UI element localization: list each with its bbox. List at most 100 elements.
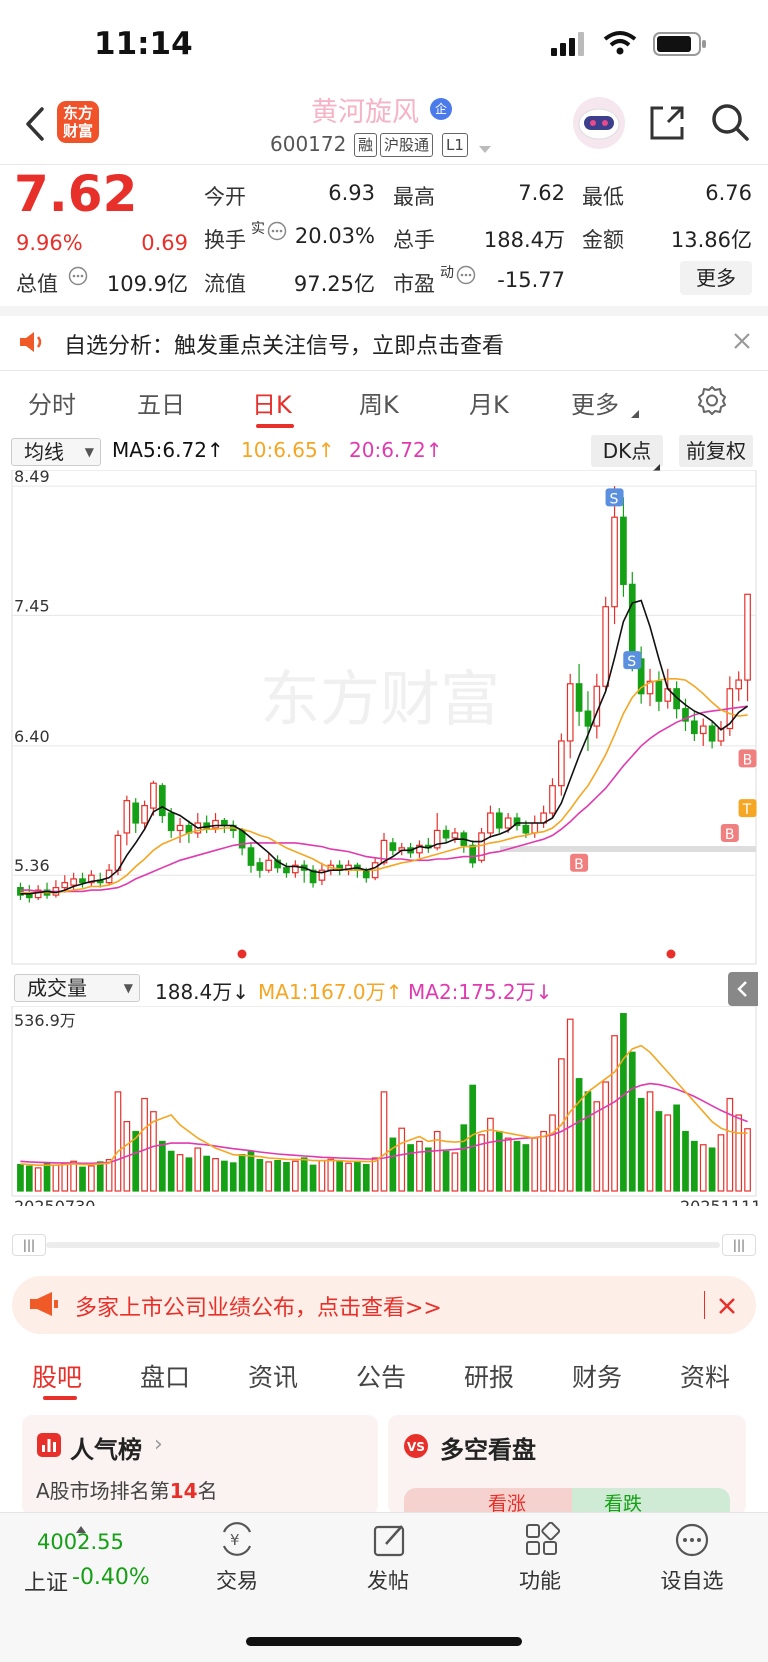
candle-body — [132, 802, 140, 824]
candlestick-chart[interactable]: 东方财富 SSBBTB 8.497.456.405.36 — [0, 470, 768, 966]
volume-bar — [593, 1101, 601, 1192]
notice-text[interactable]: 自选分析：触发重点关注信号，立即点击查看 — [64, 328, 504, 360]
ma10-value: 10:6.65↑ — [241, 438, 335, 462]
tab-notices[interactable]: 公告 — [356, 1358, 406, 1394]
index-value[interactable]: 4002.55 — [37, 1530, 124, 1554]
volume-select[interactable]: 成交量 ▼ — [14, 974, 140, 1002]
close-icon[interactable] — [718, 1297, 736, 1319]
volume-bar — [176, 1154, 184, 1192]
tab-profile[interactable]: 资料 — [680, 1358, 730, 1394]
candle-body — [283, 867, 290, 874]
signal-label: T — [742, 802, 752, 818]
volume-bar — [664, 1114, 672, 1192]
candle-body — [522, 824, 530, 834]
y-tick-label: 8.49 — [14, 470, 50, 486]
range-slider[interactable]: ||| ||| — [12, 1234, 756, 1256]
change-amount: 0.69 — [141, 231, 188, 255]
post-edit-icon[interactable] — [372, 1522, 408, 1562]
tab-research[interactable]: 研报 — [464, 1358, 514, 1394]
info-icon[interactable] — [68, 266, 88, 290]
slider-right-handle[interactable]: ||| — [722, 1234, 756, 1256]
chevron-down-icon[interactable] — [478, 140, 492, 159]
tab-five-day[interactable]: 五日 — [137, 385, 185, 420]
close-icon[interactable] — [733, 332, 751, 354]
share-icon[interactable] — [648, 104, 686, 146]
nav-post[interactable]: 发帖 — [338, 1565, 438, 1595]
volume-bar — [442, 1150, 450, 1192]
back-icon[interactable] — [24, 106, 46, 146]
candle-body — [469, 844, 477, 864]
volume-bar — [531, 1137, 539, 1192]
volume-bar — [52, 1164, 60, 1192]
tab-financials[interactable]: 财务 — [572, 1358, 622, 1394]
volume-chart[interactable]: 536.9万 20250730 20251111 — [0, 1006, 768, 1206]
volume-bar — [300, 1157, 308, 1192]
volume-bar — [371, 1157, 379, 1192]
open-label: 今开 — [204, 185, 246, 209]
active-tab-indicator — [256, 424, 294, 428]
signal-label: S — [627, 654, 636, 670]
settings-gear-icon[interactable] — [697, 385, 727, 419]
nav-features[interactable]: 功能 — [490, 1565, 590, 1595]
candle-body — [212, 819, 219, 829]
add-watchlist-icon[interactable] — [674, 1522, 710, 1562]
tab-order-book[interactable]: 盘口 — [140, 1358, 190, 1394]
high-value: 7.62 — [518, 181, 565, 205]
collapse-chevron-icon[interactable] — [728, 972, 758, 1006]
robot-avatar-icon[interactable] — [572, 96, 626, 154]
market-cap-label: 总值 — [16, 272, 58, 296]
volume-bar — [380, 1091, 388, 1192]
volume-bar — [79, 1166, 86, 1192]
tab-intraday[interactable]: 分时 — [28, 385, 76, 420]
x-end-label: 20251111 — [680, 1197, 761, 1206]
volume-bar — [265, 1161, 273, 1192]
signal-label: B — [743, 752, 753, 768]
volume-bar — [283, 1161, 290, 1192]
volume-bar — [504, 1137, 512, 1192]
volume-bar — [274, 1160, 281, 1192]
index-name[interactable]: 上证 — [24, 1565, 68, 1597]
tab-monthly-k[interactable]: 月K — [469, 385, 509, 420]
volume-bar — [646, 1091, 654, 1192]
bear-bar[interactable] — [572, 1488, 730, 1512]
bar-chart-icon — [37, 1433, 61, 1461]
candle-body — [708, 725, 716, 742]
tab-news[interactable]: 资讯 — [248, 1358, 298, 1394]
nav-watchlist[interactable]: 设自选 — [642, 1565, 742, 1595]
pe-label: 市盈 — [393, 272, 435, 296]
candle-body — [575, 683, 583, 712]
pe-value: -15.77 — [497, 268, 565, 292]
search-icon[interactable] — [710, 102, 750, 146]
volume-bar — [682, 1130, 689, 1192]
announcement-divider — [704, 1291, 705, 1319]
candle-body — [735, 679, 743, 690]
stock-code: 600172 — [270, 132, 347, 156]
tab-forum[interactable]: 股吧 — [32, 1358, 82, 1394]
volume-bar — [34, 1167, 42, 1192]
more-button[interactable]: 更多 — [680, 261, 752, 295]
index-change[interactable]: -0.40% — [72, 1565, 150, 1590]
volume-bar — [158, 1140, 166, 1192]
features-grid-icon[interactable] — [524, 1521, 561, 1562]
trade-icon[interactable]: ¥ — [218, 1522, 256, 1560]
nav-trade[interactable]: 交易 — [187, 1565, 287, 1595]
adjust-button[interactable]: 前复权 — [679, 435, 753, 467]
info-icon[interactable] — [456, 265, 476, 289]
volume-bar — [522, 1144, 530, 1192]
pe-sup: 动 — [440, 265, 454, 281]
tab-more[interactable]: 更多 — [571, 385, 619, 420]
volume-bar — [336, 1161, 344, 1192]
volume-bar — [167, 1150, 175, 1192]
volume-bar — [566, 1018, 574, 1192]
slider-left-handle[interactable]: ||| — [12, 1234, 46, 1256]
candle-body — [558, 740, 565, 787]
ma-select[interactable]: 均线 ▼ — [11, 438, 101, 466]
tab-weekly-k[interactable]: 周K — [359, 385, 399, 420]
volume-bar — [602, 1081, 610, 1192]
volume-bar — [354, 1160, 361, 1192]
volume-bar — [345, 1162, 352, 1192]
tab-daily-k[interactable]: 日K — [252, 385, 292, 420]
info-icon[interactable] — [267, 221, 287, 245]
home-indicator — [246, 1637, 522, 1646]
announcement-text[interactable]: 多家上市公司业绩公布，点击查看>> — [75, 1290, 442, 1322]
